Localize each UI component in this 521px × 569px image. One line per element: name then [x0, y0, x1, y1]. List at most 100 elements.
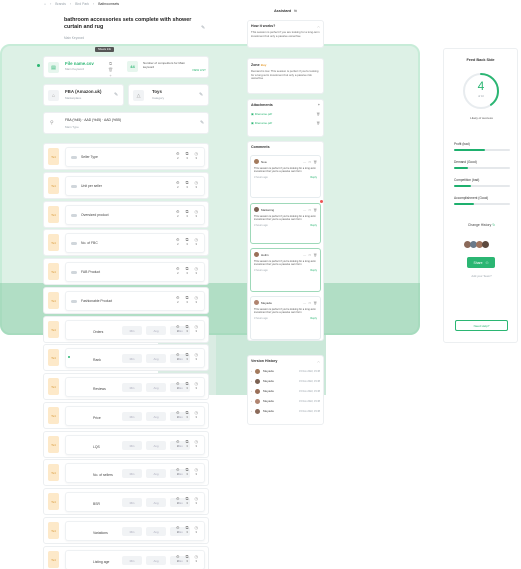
reply-link[interactable]: Reply [310, 269, 317, 272]
version-item[interactable]: › Meyada 15 Nov 2022, 15:38 [251, 386, 320, 396]
comment-item[interactable]: Marketing ⋯ ▭ 🗑 This session is perfect if… [250, 203, 321, 244]
criteria-box[interactable]: Variations Min Avg Max ⚙ 2 ⧉ 3 ◷ 3 [65, 521, 205, 541]
copy-icon-group[interactable]: ⧉ 3 [186, 267, 189, 276]
more-icon[interactable]: ⋯ [303, 208, 306, 212]
settings-icon-group[interactable]: ⚙ 2 [176, 468, 180, 477]
archive-icon[interactable]: ▭ [308, 160, 311, 164]
need-help-button[interactable]: Need Help? [455, 320, 508, 331]
range-pill[interactable]: Avg [146, 412, 166, 421]
reply-link[interactable]: Reply [310, 224, 317, 227]
range-pill[interactable]: Avg [146, 326, 166, 335]
settings-icon-group[interactable]: ⚙ 2 [176, 325, 180, 334]
trash-icon[interactable]: 🗑 [313, 208, 317, 212]
criteria-box[interactable]: Seller Type ⚙ 2 ⧉ 3 ◷ 3 [65, 147, 205, 167]
comment-item[interactable]: Meyada ⋯ ▭ 🗑 This session is perfect if yo… [250, 296, 321, 340]
range-pill[interactable]: Min [122, 441, 142, 450]
edit-icon[interactable]: ✎ [114, 92, 118, 98]
toggle-switch[interactable] [71, 271, 77, 274]
criteria-box[interactable]: Orders Min Avg Max ⚙ 2 ⧉ 3 ◷ 3 [65, 320, 205, 340]
copy-icon-group[interactable]: ⧉ 3 [186, 440, 189, 449]
breadcrumb-item[interactable]: Brands [55, 2, 66, 6]
criteria-box[interactable]: No. of FBC ⚙ 2 ⧉ 3 ◷ 3 [65, 233, 205, 253]
copy-icon-group[interactable]: ⧉ 3 [186, 468, 189, 477]
clock-icon-group[interactable]: ◷ 3 [195, 267, 199, 276]
copy-icon-group[interactable]: ⧉ 3 [186, 210, 189, 219]
range-pill[interactable]: Min [122, 354, 142, 363]
copy-icon-group[interactable]: ⧉ 3 [186, 411, 189, 420]
clock-icon-group[interactable]: ◷ 3 [195, 497, 199, 506]
toggle-switch[interactable] [71, 214, 77, 217]
attachment-name[interactable]: Filename.pdf [255, 121, 272, 125]
criteria-box[interactable]: FAB Product ⚙ 2 ⧉ 3 ◷ 3 [65, 262, 205, 282]
clock-icon-group[interactable]: ◷ 3 [195, 353, 199, 362]
range-pill[interactable]: Min [122, 326, 142, 335]
range-pill[interactable]: Avg [146, 441, 166, 450]
reply-link[interactable]: Reply [310, 176, 317, 179]
clock-icon-group[interactable]: ◷ 3 [195, 296, 199, 305]
settings-icon-group[interactable]: ⚙ 2 [176, 238, 180, 247]
version-item[interactable]: › Meyada 15 Nov 2022, 15:38 [251, 366, 320, 376]
toggle-switch[interactable] [71, 300, 77, 303]
clock-icon-group[interactable]: ◷ 3 [195, 440, 199, 449]
criteria-box[interactable]: Fashionable Product ⚙ 2 ⧉ 3 ◷ 3 [65, 291, 205, 311]
clock-icon-group[interactable]: ◷ 3 [195, 411, 199, 420]
toggle-switch[interactable] [71, 242, 77, 245]
criteria-box[interactable]: LQS Min Avg Max ⚙ 2 ⧉ 3 ◷ 3 [65, 435, 205, 455]
chevron-up-icon[interactable]: ︿ [317, 359, 320, 363]
settings-icon-group[interactable]: ⚙ 2 [176, 497, 180, 506]
file-actions[interactable]: ⧉ 🗑 + [108, 61, 113, 79]
settings-icon-group[interactable]: ⚙ 2 [176, 152, 180, 161]
settings-icon-group[interactable]: ⚙ 2 [176, 267, 180, 276]
archive-icon[interactable]: ▭ [308, 208, 311, 212]
range-pill[interactable]: Min [122, 383, 142, 392]
version-item[interactable]: › Meyada 15 Nov 2022, 15:38 [251, 396, 320, 406]
settings-icon-group[interactable]: ⚙ 2 [176, 440, 180, 449]
copy-icon-group[interactable]: ⧉ 3 [186, 152, 189, 161]
version-item[interactable]: › Meyada 15 Nov 2022, 15:38 [251, 406, 320, 416]
criteria-box[interactable]: Unit per seller ⚙ 2 ⧉ 3 ◷ 3 [65, 176, 205, 196]
criteria-box[interactable]: Oversized product ⚙ 2 ⧉ 3 ◷ 3 [65, 205, 205, 225]
archive-icon[interactable]: ▭ [308, 301, 311, 305]
settings-icon-group[interactable]: ⚙ 2 [176, 411, 180, 420]
add-icon[interactable]: + [318, 103, 320, 107]
toggle-switch[interactable] [71, 156, 77, 159]
copy-icon-group[interactable]: ⧉ 3 [186, 353, 189, 362]
range-pill[interactable]: Min [122, 556, 142, 565]
copy-icon-group[interactable]: ⧉ 3 [186, 526, 189, 535]
copy-icon-group[interactable]: ⧉ 3 [186, 555, 189, 564]
view-list-link[interactable]: VIEW LIST [192, 68, 206, 72]
edit-icon[interactable]: ✎ [200, 120, 204, 126]
more-icon[interactable]: ⋯ [303, 301, 306, 305]
copy-icon-group[interactable]: ⧉ 3 [186, 238, 189, 247]
settings-icon-group[interactable]: ⚙ 2 [176, 526, 180, 535]
home-icon[interactable]: ⌂ [44, 2, 46, 6]
settings-icon-group[interactable]: ⚙ 2 [176, 555, 180, 564]
change-history[interactable]: Change History ↻ [444, 223, 519, 227]
copy-icon-group[interactable]: ⧉ 3 [186, 296, 189, 305]
trash-icon[interactable]: 🗑 [313, 301, 317, 305]
more-icon[interactable]: ⋯ [303, 160, 306, 164]
settings-icon-group[interactable]: ⚙ 2 [176, 210, 180, 219]
criteria-box[interactable]: No. of sellers Min Avg Max ⚙ 2 ⧉ 3 ◷ 3 [65, 463, 205, 483]
clock-icon-group[interactable]: ◷ 3 [195, 382, 199, 391]
range-pill[interactable]: Min [122, 527, 142, 536]
criteria-box[interactable]: Price Min Avg Max ⚙ 2 ⧉ 3 ◷ 3 [65, 406, 205, 426]
criteria-box[interactable]: Listing age Min Avg Max ⚙ 2 ⧉ 3 ◷ 3 [65, 550, 205, 569]
criteria-box[interactable]: BSR Min Avg Max ⚙ 2 ⧉ 3 ◷ 3 [65, 492, 205, 512]
more-icon[interactable]: ⋯ [303, 253, 306, 257]
trash-icon[interactable]: 🗑 [313, 253, 317, 257]
settings-icon-group[interactable]: ⚙ 2 [176, 181, 180, 190]
file-name[interactable]: File name.csv [65, 61, 94, 66]
edit-icon[interactable]: ✎ [199, 92, 203, 98]
archive-icon[interactable]: ▭ [308, 253, 311, 257]
attachment-item[interactable]: ▣ Filename.pdf 🗑 [251, 112, 320, 116]
settings-icon-group[interactable]: ⚙ 2 [176, 382, 180, 391]
range-pill[interactable]: Avg [146, 354, 166, 363]
collapse-icon[interactable]: ⇆ [294, 9, 297, 13]
add-team-link[interactable]: Add your Team? [444, 274, 519, 278]
chevron-up-icon[interactable]: ︿ [317, 24, 320, 28]
trash-icon[interactable]: 🗑 [313, 160, 317, 164]
clock-icon-group[interactable]: ◷ 3 [195, 526, 199, 535]
edit-icon[interactable]: ✎ [201, 25, 205, 31]
criteria-box[interactable]: Rank Min Avg Max ⚙ 2 ⧉ 3 ◷ 3 [65, 348, 205, 368]
